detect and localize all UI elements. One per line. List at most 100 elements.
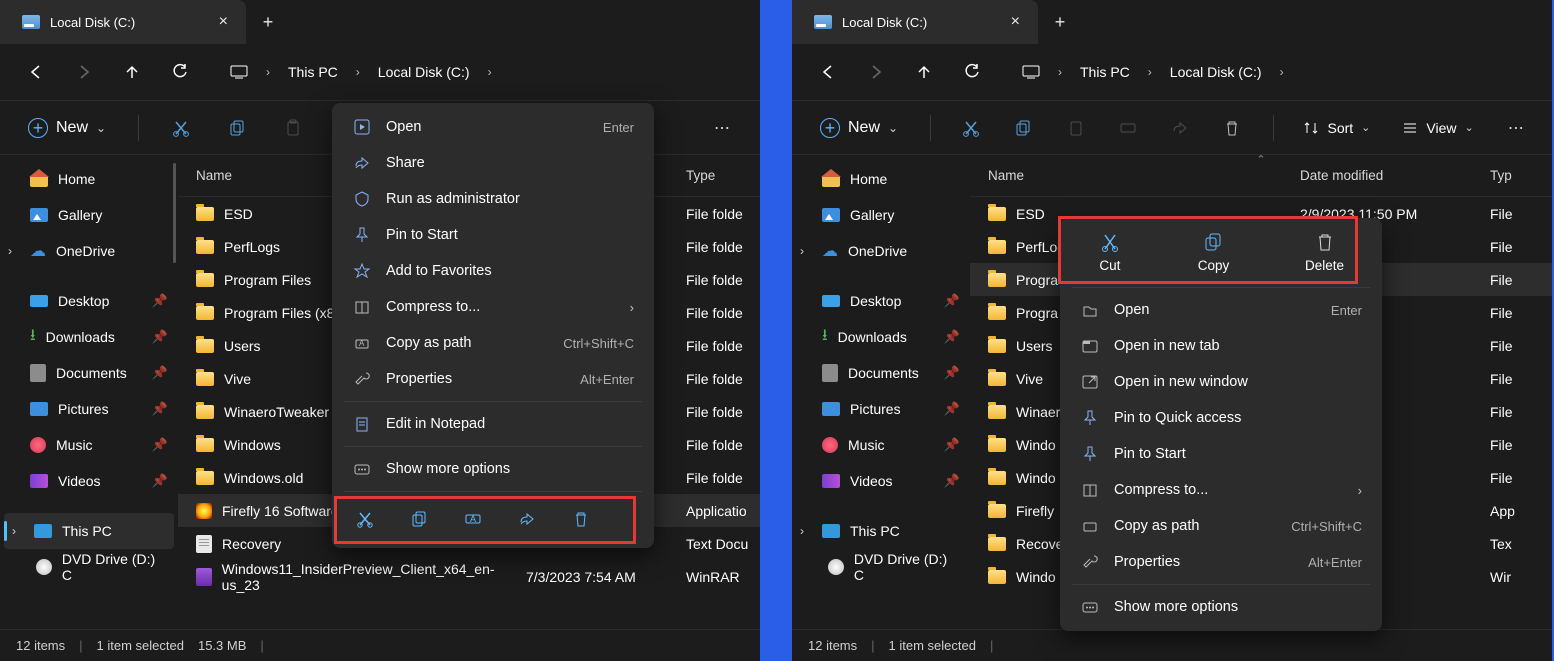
ctx-compress[interactable]: Compress to...› [338,289,648,325]
ctx-pin-quick[interactable]: Pin to Quick access [1066,400,1376,436]
chevron-icon[interactable]: › [1274,65,1290,79]
paste-icon[interactable] [273,108,313,148]
chevron-icon[interactable]: › [350,65,366,79]
crumb-pc-icon[interactable] [1010,52,1052,92]
back-button[interactable] [806,52,850,92]
sidebar-videos[interactable]: Videos📌 [792,463,970,499]
crumb-local-disk[interactable]: Local Disk (C:) [366,52,482,92]
ctx-copy-path[interactable]: ACopy as pathCtrl+Shift+C [338,325,648,361]
sidebar-downloads[interactable]: ⭳Downloads📌 [0,319,178,355]
ctx-copy-button[interactable]: Copy [1198,230,1230,273]
sidebar-this-pc[interactable]: ›This PC [4,513,174,549]
address-bar[interactable]: › This PC › Local Disk (C:) › [1004,52,1538,92]
paste-icon[interactable] [1058,108,1094,148]
ctx-open[interactable]: OpenEnter [1066,292,1376,328]
expand-icon[interactable]: › [12,524,16,538]
column-headers[interactable]: ⌃ Name Date modified Typ [970,155,1552,197]
new-tab-button[interactable]: + [246,12,290,33]
up-button[interactable] [902,52,946,92]
sidebar-desktop[interactable]: Desktop📌 [792,283,970,319]
crumb-local-disk[interactable]: Local Disk (C:) [1158,52,1274,92]
sidebar-pictures[interactable]: Pictures📌 [792,391,970,427]
crumb-this-pc[interactable]: This PC [1068,52,1142,92]
ctx-show-more[interactable]: Show more options [338,451,648,487]
ctx-properties[interactable]: PropertiesAlt+Enter [338,361,648,397]
col-name[interactable]: Name [988,168,1300,183]
new-button[interactable]: + New ⌄ [810,112,908,144]
ctx-copy-path[interactable]: Copy as pathCtrl+Shift+C [1066,508,1376,544]
ctx-delete-button[interactable]: Delete [1305,230,1344,273]
sidebar-dvd[interactable]: DVD Drive (D:) C [792,549,970,585]
col-type[interactable]: Typ [1490,168,1552,183]
sidebar-onedrive[interactable]: ›☁OneDrive [0,233,178,269]
sidebar-gallery[interactable]: Gallery [0,197,178,233]
ctx-run-admin[interactable]: Run as administrator [338,181,648,217]
ctx-cut-icon[interactable] [350,504,380,534]
more-button[interactable]: ⋯ [702,108,742,148]
copy-icon[interactable] [1005,108,1041,148]
sidebar-gallery[interactable]: Gallery [792,197,970,233]
sidebar-music[interactable]: Music📌 [0,427,178,463]
more-button[interactable]: ⋯ [1498,108,1534,148]
ctx-copy-icon[interactable] [404,504,434,534]
ctx-properties[interactable]: PropertiesAlt+Enter [1066,544,1376,580]
ctx-pin-start[interactable]: Pin to Start [338,217,648,253]
up-button[interactable] [110,52,154,92]
chevron-icon[interactable]: › [482,65,498,79]
ctx-share[interactable]: Share [338,145,648,181]
expand-icon[interactable]: › [800,244,804,258]
ctx-compress[interactable]: Compress to...› [1066,472,1376,508]
back-button[interactable] [14,52,58,92]
sidebar-onedrive[interactable]: ›☁OneDrive [792,233,970,269]
window-tab[interactable]: Local Disk (C:) × [792,0,1038,44]
sidebar-home[interactable]: Home [0,161,178,197]
sidebar-documents[interactable]: Documents📌 [0,355,178,391]
crumb-this-pc[interactable]: This PC [276,52,350,92]
cut-icon[interactable] [953,108,989,148]
sidebar-this-pc[interactable]: ›This PC [792,513,970,549]
window-tab[interactable]: Local Disk (C:) × [0,0,246,44]
ctx-open-window[interactable]: Open in new window [1066,364,1376,400]
sidebar-home[interactable]: Home [792,161,970,197]
ctx-delete-icon[interactable] [566,504,596,534]
forward-button[interactable] [62,52,106,92]
copy-icon[interactable] [217,108,257,148]
rename-icon[interactable] [1110,108,1146,148]
chevron-icon[interactable]: › [260,65,276,79]
ctx-open[interactable]: OpenEnter [338,109,648,145]
share-icon[interactable] [1162,108,1198,148]
ctx-edit-notepad[interactable]: Edit in Notepad [338,406,648,442]
col-date[interactable]: Date modified [1300,168,1490,183]
sidebar-desktop[interactable]: Desktop📌 [0,283,178,319]
new-tab-button[interactable]: + [1038,12,1082,33]
expand-icon[interactable]: › [8,244,12,258]
col-type[interactable]: Type [686,168,760,183]
ctx-rename-icon[interactable]: A [458,504,488,534]
sidebar-downloads[interactable]: ⭳Downloads📌 [792,319,970,355]
refresh-button[interactable] [158,52,202,92]
sort-button[interactable]: Sort⌄ [1295,114,1378,142]
new-button[interactable]: + New ⌄ [18,112,116,144]
delete-icon[interactable] [1214,108,1250,148]
chevron-icon[interactable]: › [1142,65,1158,79]
close-tab-button[interactable]: × [1007,13,1024,31]
crumb-pc-icon[interactable] [218,52,260,92]
sidebar-videos[interactable]: Videos📌 [0,463,178,499]
forward-button[interactable] [854,52,898,92]
ctx-add-favorites[interactable]: Add to Favorites [338,253,648,289]
ctx-pin-start[interactable]: Pin to Start [1066,436,1376,472]
ctx-share-icon[interactable] [512,504,542,534]
ctx-open-tab[interactable]: Open in new tab [1066,328,1376,364]
sidebar-documents[interactable]: Documents📌 [792,355,970,391]
ctx-show-more[interactable]: Show more options [1066,589,1376,625]
sidebar-pictures[interactable]: Pictures📌 [0,391,178,427]
ctx-cut-button[interactable]: Cut [1098,230,1122,273]
address-bar[interactable]: › This PC › Local Disk (C:) › [212,52,746,92]
sidebar-music[interactable]: Music📌 [792,427,970,463]
table-row[interactable]: Windows11_InsiderPreview_Client_x64_en-u… [178,560,760,593]
view-button[interactable]: View⌄ [1394,114,1481,142]
chevron-icon[interactable]: › [1052,65,1068,79]
expand-icon[interactable]: › [800,524,804,538]
refresh-button[interactable] [950,52,994,92]
sidebar-dvd[interactable]: DVD Drive (D:) C [0,549,178,585]
